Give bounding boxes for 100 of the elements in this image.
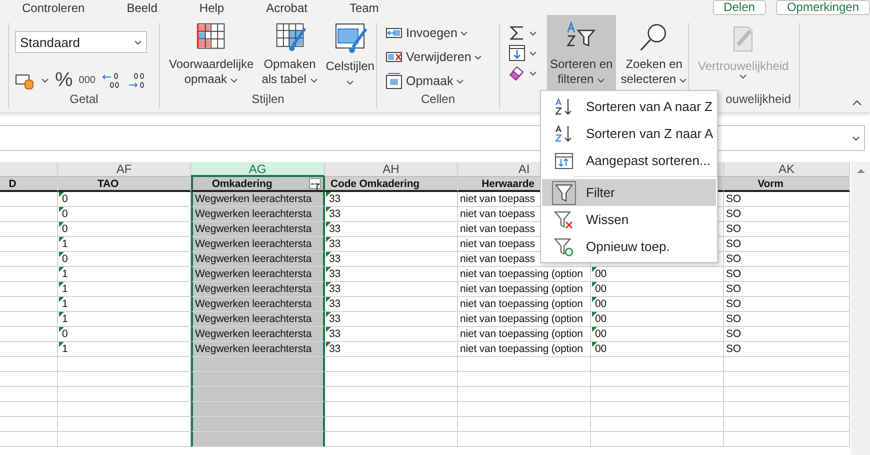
table-cell: 1 <box>58 342 191 357</box>
table-cell: 00 <box>591 327 724 342</box>
table-cell: 33 <box>325 312 458 327</box>
table-cell: niet van toepassing (option <box>458 297 591 312</box>
currency-icon[interactable] <box>15 72 35 90</box>
group-label: Stijlen <box>250 92 286 108</box>
sort-icon <box>554 124 574 144</box>
table-cell: 33 <box>325 297 458 312</box>
caret-icon <box>346 80 354 85</box>
table-cell: SO <box>724 252 850 267</box>
table-cell: 00 <box>591 312 724 327</box>
table-cell: SO <box>724 267 850 282</box>
table-cell: niet van toepassing (option <box>458 312 591 327</box>
ribbon-button[interactable]: Invoegen <box>383 23 470 43</box>
table-cell: SO <box>724 312 850 327</box>
menu-item[interactable]: Sorteren van A naar Z <box>542 93 716 120</box>
table-cell: Wegwerken leerachtersta <box>191 207 325 222</box>
table-cell: 1 <box>58 312 191 327</box>
table-cell: Wegwerken leerachtersta <box>191 237 325 252</box>
share-button[interactable]: Delen <box>712 0 766 15</box>
caret-icon <box>230 78 238 83</box>
menu-item[interactable]: Sorteren van Z naar A <box>542 120 716 147</box>
eraser-icon <box>508 64 526 82</box>
header-cell: Vorm <box>724 177 850 192</box>
group-label: Cellen <box>420 92 456 108</box>
table-cell: Wegwerken leerachtersta <box>191 312 325 327</box>
table-cell: Wegwerken leerachtersta <box>191 192 325 207</box>
ribbon-tab[interactable]: Team <box>349 0 379 14</box>
table-cell: SO <box>724 237 850 252</box>
table-cell: Wegwerken leerachtersta <box>191 342 325 357</box>
header-cell: Code Omkadering <box>325 177 458 192</box>
ribbon-button[interactable]: Verwijderen <box>383 47 484 67</box>
column-header[interactable]: AF <box>58 162 191 177</box>
table-cell: 0 <box>58 222 191 237</box>
table-cell: 1 <box>58 282 191 297</box>
column-header[interactable]: AH <box>325 162 458 177</box>
ribbon-button[interactable] <box>506 43 539 63</box>
table-cell: 0 <box>58 252 191 267</box>
header-cell: Omkadering <box>191 177 325 192</box>
table-cell: 00 <box>591 267 724 282</box>
increase-decimal-icon[interactable] <box>101 70 122 90</box>
ribbon-button[interactable]: Opmaken als tabel <box>258 15 321 91</box>
clear-filter-icon <box>554 210 574 230</box>
table-cell: 1 <box>58 237 191 252</box>
table-cell: 33 <box>325 252 458 267</box>
group-label: Getal <box>68 92 100 108</box>
table-cell: 00 <box>591 342 724 357</box>
table-cell: SO <box>724 297 850 312</box>
caret-icon <box>529 70 537 76</box>
ribbon-button[interactable]: Sorteren en filteren <box>547 15 616 91</box>
column-header[interactable]: AG <box>191 162 325 177</box>
collapse-ribbon-icon[interactable] <box>852 100 862 106</box>
table-cell: 0 <box>58 327 191 342</box>
filter-icon <box>552 180 576 204</box>
thousands-button[interactable]: 000 <box>78 75 96 86</box>
table-cell: 33 <box>325 237 458 252</box>
ribbon-tab[interactable]: Help <box>199 0 224 14</box>
table-cell: 0 <box>58 192 191 207</box>
ribbon-tab[interactable]: Acrobat <box>266 0 308 14</box>
scroll-up-icon[interactable] <box>856 166 866 176</box>
ribbon-button[interactable]: Celstijlen <box>322 15 378 91</box>
table-cell: 33 <box>325 282 458 297</box>
caret-icon <box>474 54 482 60</box>
sort-icon <box>554 96 574 116</box>
filter-button[interactable] <box>309 178 321 189</box>
caret-icon <box>739 74 748 79</box>
percent-button[interactable]: % <box>55 69 73 92</box>
table-cell: 1 <box>58 297 191 312</box>
caret-icon <box>134 40 142 44</box>
table-cell: Wegwerken leerachtersta <box>191 327 325 342</box>
number-format-dropdown[interactable]: Standaard <box>15 31 147 53</box>
table-cell: niet van toepassing (option <box>458 327 591 342</box>
menu-item[interactable]: Filter <box>542 179 716 206</box>
ribbon-tab[interactable]: Controleren <box>22 0 85 14</box>
table-cell: Wegwerken leerachtersta <box>191 267 325 282</box>
table-cell: 0 <box>58 207 191 222</box>
column-header[interactable]: AK <box>724 162 850 177</box>
fill-down-icon <box>508 44 526 62</box>
caret-icon <box>529 50 537 56</box>
ribbon-button[interactable]: Zoeken en selecteren <box>618 15 690 91</box>
header-cell: D <box>0 177 58 192</box>
cell-styles-icon <box>333 21 368 55</box>
table-cell: SO <box>724 342 850 357</box>
comments-button[interactable]: Opmerkingen <box>776 0 870 15</box>
table-cell: 33 <box>325 222 458 237</box>
caret-icon <box>310 78 318 83</box>
ribbon-button[interactable]: Voorwaardelijke opmaak <box>166 15 257 91</box>
caret-icon <box>529 30 537 36</box>
ribbon-tab[interactable]: Beeld <box>126 0 158 14</box>
table-cell: 1 <box>58 267 191 282</box>
vertical-scrollbar[interactable] <box>851 162 870 455</box>
table-cell: Wegwerken leerachtersta <box>191 297 325 312</box>
reapply-filter-icon <box>554 236 574 256</box>
table-cell: SO <box>724 207 850 222</box>
table-cell: SO <box>724 327 850 342</box>
ribbon-button[interactable]: Opmaak <box>383 71 466 91</box>
caret-icon <box>679 78 688 83</box>
sum-icon <box>508 24 526 42</box>
caret-icon <box>852 136 860 140</box>
header-cell: TAO <box>58 177 191 192</box>
